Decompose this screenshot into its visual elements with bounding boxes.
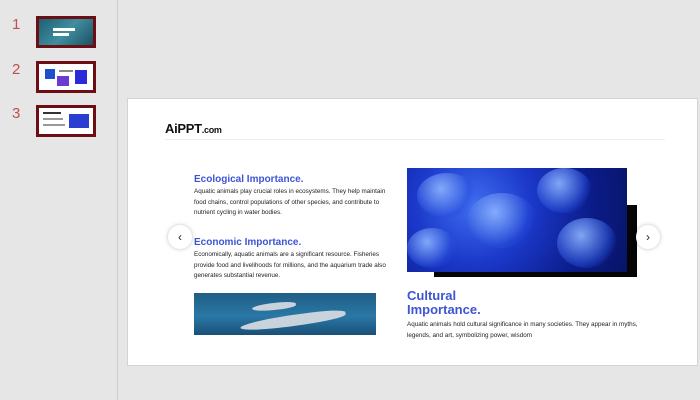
slide-number: 2 [12, 61, 21, 78]
previous-slide-button[interactable]: ‹ [168, 225, 192, 249]
aippt-logo: AiPPT.com [165, 121, 222, 136]
jellyfish-image [407, 168, 627, 272]
next-slide-button[interactable]: › [636, 225, 660, 249]
cultural-text: Aquatic animals hold cultural significan… [407, 321, 638, 339]
chevron-left-icon: ‹ [178, 230, 182, 244]
slide-number: 1 [12, 16, 21, 33]
thumbnail-row-3[interactable]: 3 [0, 105, 118, 141]
thumbnail-row-1[interactable]: 1 [0, 16, 118, 52]
thumbnail-row-2[interactable]: 2 [0, 61, 118, 97]
economic-text: Economically, aquatic animals are a sign… [194, 251, 386, 279]
sharks-image [194, 293, 376, 335]
ecological-heading: Ecological Importance. [194, 174, 304, 185]
header-divider [165, 139, 665, 140]
cultural-heading: Cultural Importance. [407, 288, 481, 317]
ecological-text: Aquatic animals play crucial roles in ec… [194, 188, 386, 216]
slide-thumbnail-3[interactable] [36, 105, 96, 137]
slide-thumbnail-1[interactable] [36, 16, 96, 48]
slide-number: 3 [12, 105, 21, 122]
slide-thumbnail-2[interactable] [36, 61, 96, 93]
slide-thumbnail-panel: 1 2 3 [0, 0, 118, 400]
economic-heading: Economic Importance. [194, 237, 302, 248]
chevron-right-icon: › [646, 230, 650, 244]
slide-canvas[interactable]: AiPPT.com Ecological Importance. Aquatic… [127, 98, 698, 366]
